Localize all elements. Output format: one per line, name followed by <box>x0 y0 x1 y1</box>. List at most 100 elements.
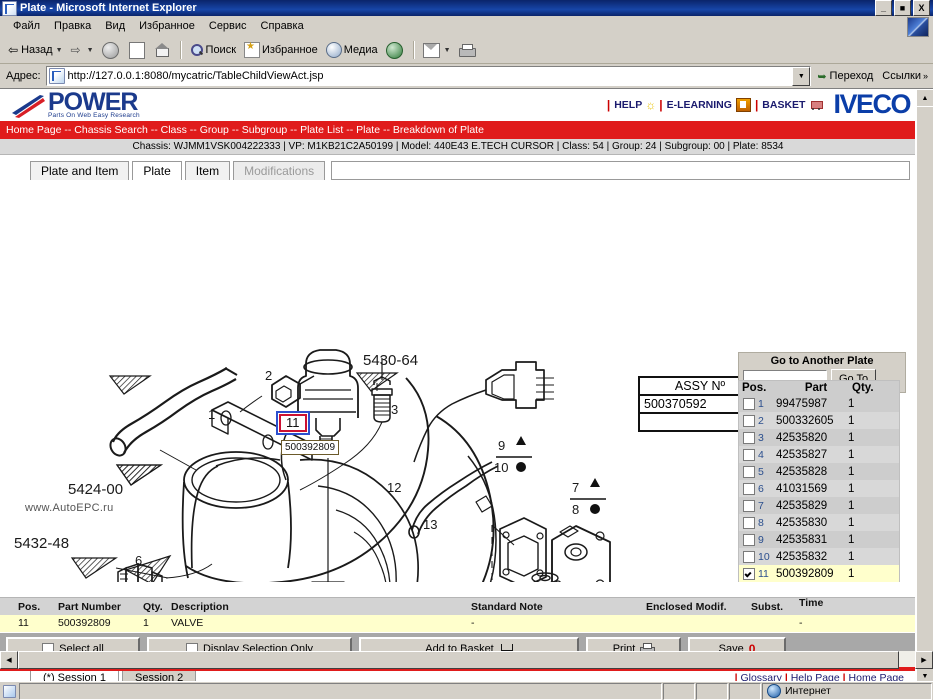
part-checkbox[interactable] <box>743 415 755 427</box>
part-qty: 1 <box>848 398 868 410</box>
part-number[interactable]: 500332605 <box>776 415 848 427</box>
part-checkbox[interactable] <box>743 551 755 563</box>
refresh-icon <box>129 42 145 59</box>
tab-plate-and-item[interactable]: Plate and Item <box>30 161 129 180</box>
part-number[interactable]: 42535828 <box>776 466 848 478</box>
goto-panel-title: Go to Another Plate <box>743 355 901 367</box>
detail-header-subst: Subst. <box>751 601 799 613</box>
stop-button[interactable] <box>98 40 125 61</box>
vertical-scroll-thumb[interactable] <box>916 106 933 668</box>
part-number[interactable]: 42535832 <box>776 551 848 563</box>
part-checkbox[interactable] <box>743 466 755 478</box>
detail-table-row[interactable]: 11 500392809 1 VALVE - - <box>0 615 916 632</box>
part-number[interactable]: 500392809 <box>776 568 848 580</box>
back-button[interactable]: ⇦ Назад ▼ <box>4 41 67 59</box>
print-toolbar-button[interactable] <box>455 42 480 59</box>
parts-list-rows: 1994759871250033260513425358201442535827… <box>739 395 899 582</box>
diagram-group-label-5430-64: 5430-64 <box>363 352 418 369</box>
part-number[interactable]: 42535831 <box>776 534 848 546</box>
diagram-item-10: 10 <box>494 460 508 475</box>
vehicle-info-bar: Chassis: WJMM1VSK004222333 | VP: M1KB21C… <box>0 139 916 155</box>
go-button[interactable]: ➥ Переход <box>811 70 879 83</box>
refresh-button[interactable] <box>125 40 151 61</box>
parts-list-row[interactable]: 3425358201 <box>739 429 899 446</box>
favorites-button[interactable]: Избранное <box>240 40 322 60</box>
mail-button[interactable]: ▼ <box>419 41 455 60</box>
iveco-logo: IVECO <box>833 91 910 118</box>
status-zone-label: Интернет <box>785 685 831 697</box>
menu-item-tools[interactable]: Сервис <box>202 18 254 34</box>
menu-item-favorites[interactable]: Избранное <box>132 18 202 34</box>
address-chevron-down-icon[interactable]: ▼ <box>792 67 810 86</box>
part-checkbox[interactable] <box>743 568 755 580</box>
elearning-label: E-LEARNING <box>667 99 732 111</box>
parts-list-row[interactable]: 7425358291 <box>739 497 899 514</box>
menu-item-edit[interactable]: Правка <box>47 18 98 34</box>
parts-list-row[interactable]: 8425358301 <box>739 514 899 531</box>
forward-arrow-icon: ⇨ <box>71 43 81 57</box>
part-checkbox[interactable] <box>743 398 755 410</box>
selected-item-callout[interactable]: 11 <box>276 411 310 435</box>
links-button[interactable]: Ссылки » <box>879 70 931 82</box>
part-number[interactable]: 41031569 <box>776 483 848 495</box>
part-number[interactable]: 42535829 <box>776 500 848 512</box>
parts-list-row[interactable]: 6410315691 <box>739 480 899 497</box>
parts-list-row[interactable]: 1994759871 <box>739 395 899 412</box>
power-logo[interactable]: POWER Parts On Web Easy Research <box>10 90 140 120</box>
page-vertical-scrollbar[interactable]: ▲ ▼ <box>915 89 933 685</box>
menu-item-help[interactable]: Справка <box>254 18 311 34</box>
maximize-button[interactable]: ■ <box>894 0 911 16</box>
parts-list-row[interactable]: 115003928091 <box>739 565 899 582</box>
history-button[interactable] <box>382 40 409 61</box>
forward-button[interactable]: ⇨ ▼ <box>67 41 98 59</box>
part-checkbox[interactable] <box>743 517 755 529</box>
elearning-link[interactable]: E-LEARNING <box>667 98 751 112</box>
part-checkbox[interactable] <box>743 432 755 444</box>
part-checkbox[interactable] <box>743 449 755 461</box>
address-input[interactable]: http://127.0.0.1:8080/mycatric/TableChil… <box>46 66 812 86</box>
part-checkbox[interactable] <box>743 500 755 512</box>
basket-link[interactable]: BASKET <box>762 99 823 111</box>
plate-diagram[interactable]: 5430-64 5424-00 5432-48 5424-00 1 2 3 6 … <box>0 180 916 582</box>
tab-plate[interactable]: Plate <box>132 161 181 180</box>
menu-item-view[interactable]: Вид <box>98 18 132 34</box>
page-horizontal-scrollbar[interactable]: ◀ ▶ <box>0 651 933 667</box>
parts-list-row[interactable]: 10425358321 <box>739 548 899 565</box>
home-button[interactable] <box>151 41 176 59</box>
breadcrumb[interactable]: Home Page -- Chassis Search -- Class -- … <box>0 120 916 139</box>
minimize-button[interactable]: _ <box>875 0 892 16</box>
toolbar-divider-2 <box>413 41 415 59</box>
tab-item[interactable]: Item <box>185 161 230 180</box>
help-link[interactable]: HELP ☼ <box>614 99 655 111</box>
horizontal-scroll-thumb[interactable] <box>18 651 899 669</box>
elearning-book-icon <box>736 98 751 112</box>
part-checkbox[interactable] <box>743 534 755 546</box>
status-cell-b <box>696 683 728 700</box>
parts-list-header: Pos. Part Qty. <box>739 381 899 395</box>
scroll-right-button[interactable]: ▶ <box>915 651 933 669</box>
parts-list-row[interactable]: 5425358281 <box>739 463 899 480</box>
part-pos: 7 <box>758 500 776 512</box>
parts-list-row[interactable]: 25003326051 <box>739 412 899 429</box>
parts-list-row[interactable]: 4425358271 <box>739 446 899 463</box>
media-button[interactable]: Медиа <box>322 40 382 60</box>
search-button[interactable]: Поиск <box>186 41 240 59</box>
part-qty: 1 <box>848 432 868 444</box>
close-button[interactable]: X <box>913 0 930 16</box>
part-number[interactable]: 99475987 <box>776 398 848 410</box>
window-titlebar: Plate - Microsoft Internet Explorer _ ■ … <box>0 0 933 16</box>
horizontal-scroll-track[interactable] <box>18 651 915 667</box>
part-number[interactable]: 42535820 <box>776 432 848 444</box>
parts-list-row[interactable]: 9425358311 <box>739 531 899 548</box>
status-bar: Интернет <box>0 681 933 700</box>
scroll-left-button[interactable]: ◀ <box>0 651 18 669</box>
part-number[interactable]: 42535830 <box>776 517 848 529</box>
scroll-up-button[interactable]: ▲ <box>916 89 933 107</box>
part-number[interactable]: 42535827 <box>776 449 848 461</box>
menu-item-file[interactable]: Файл <box>6 18 47 34</box>
part-checkbox[interactable] <box>743 483 755 495</box>
power-tagline: Parts On Web Easy Research <box>48 113 140 120</box>
part-pos: 6 <box>758 483 776 495</box>
status-zone: Интернет <box>762 683 932 700</box>
app-header: POWER Parts On Web Easy Research | HELP … <box>0 89 916 120</box>
